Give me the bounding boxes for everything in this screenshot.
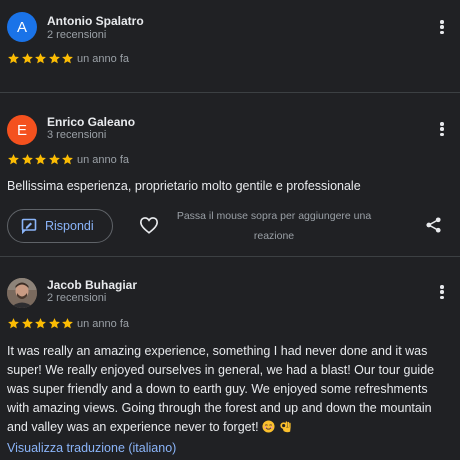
more-vert-icon-dot: [440, 285, 444, 289]
more-vert-icon-dot: [440, 295, 444, 299]
star-icon: [62, 318, 73, 329]
smiling-face-emoji: [262, 420, 275, 433]
review-text: It was really an amazing experience, som…: [7, 342, 453, 437]
profile-photo: [7, 278, 37, 308]
translate-link[interactable]: Visualizza traduzione (italiano): [7, 441, 176, 455]
ok-hand-emoji: [279, 421, 291, 433]
star-icon: [35, 318, 46, 329]
star-rating: [7, 317, 75, 331]
author-review-count: 2 recensioni: [47, 292, 107, 304]
author-name[interactable]: Jacob Buhagiar: [47, 278, 137, 292]
review-date: un anno fa: [77, 318, 129, 330]
star-icon: [21, 318, 33, 329]
avatar[interactable]: [7, 278, 37, 308]
reviews-panel: A Antonio Spalatro 2 recensioni un anno …: [0, 0, 460, 460]
star-icon: [48, 318, 60, 329]
star-icon: [8, 318, 19, 329]
review-text-body: It was really an amazing experience, som…: [7, 344, 435, 434]
more-options-button[interactable]: [436, 283, 448, 301]
review-card-3: Jacob Buhagiar 2 recensioni un anno fa I…: [0, 0, 460, 460]
more-vert-icon-dot: [440, 290, 444, 294]
